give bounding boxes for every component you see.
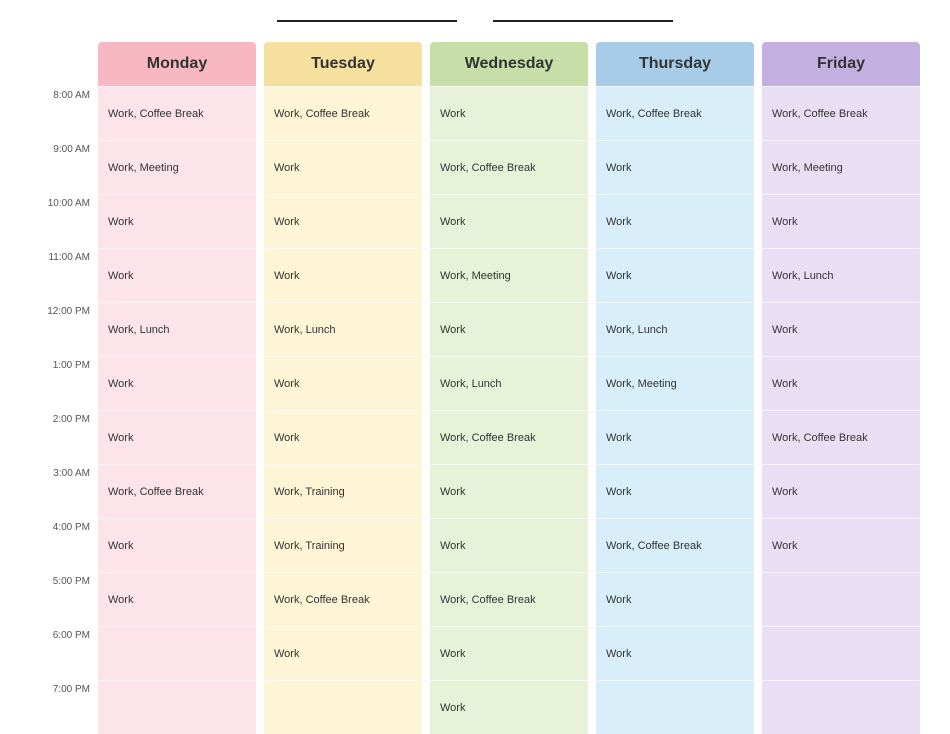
cell-thursday-2: Work [596,194,754,248]
time-label-10: 6:00 PM [30,626,98,680]
cell-friday-5: Work [762,356,920,410]
cell-wednesday-9: Work, Coffee Break [430,572,588,626]
day-header-tuesday: Tuesday [264,42,422,86]
cell-tuesday-1: Work [264,140,422,194]
day-header-friday: Friday [762,42,920,86]
cell-tuesday-10: Work [264,626,422,680]
time-label-4: 12:00 PM [30,302,98,356]
cell-friday-10 [762,626,920,680]
cell-wednesday-5: Work, Lunch [430,356,588,410]
cell-friday-0: Work, Coffee Break [762,86,920,140]
cell-wednesday-10: Work [430,626,588,680]
cell-wednesday-0: Work [430,86,588,140]
cell-monday-0: Work, Coffee Break [98,86,256,140]
days-grid: MondayWork, Coffee BreakWork, MeetingWor… [98,42,920,734]
cell-friday-8: Work [762,518,920,572]
cell-wednesday-8: Work [430,518,588,572]
cell-tuesday-9: Work, Coffee Break [264,572,422,626]
cell-thursday-7: Work [596,464,754,518]
time-label-2: 10:00 AM [30,194,98,248]
cell-tuesday-6: Work [264,410,422,464]
cell-monday-2: Work [98,194,256,248]
cell-thursday-10: Work [596,626,754,680]
cell-friday-7: Work [762,464,920,518]
cell-wednesday-3: Work, Meeting [430,248,588,302]
time-header-spacer [30,42,98,86]
cell-tuesday-4: Work, Lunch [264,302,422,356]
time-label-0: 8:00 AM [30,86,98,140]
cell-monday-11 [98,680,256,734]
time-label-1: 9:00 AM [30,140,98,194]
cell-thursday-11 [596,680,754,734]
cell-thursday-3: Work [596,248,754,302]
time-label-6: 2:00 PM [30,410,98,464]
cell-thursday-8: Work, Coffee Break [596,518,754,572]
cell-tuesday-0: Work, Coffee Break [264,86,422,140]
cell-friday-3: Work, Lunch [762,248,920,302]
cell-wednesday-4: Work [430,302,588,356]
day-header-monday: Monday [98,42,256,86]
cell-friday-4: Work [762,302,920,356]
cell-tuesday-5: Work [264,356,422,410]
time-label-11: 7:00 PM [30,680,98,734]
title-line-right [493,20,673,22]
cell-monday-1: Work, Meeting [98,140,256,194]
cell-monday-7: Work, Coffee Break [98,464,256,518]
cell-monday-9: Work [98,572,256,626]
schedule-container: 8:00 AM9:00 AM10:00 AM11:00 AM12:00 PM1:… [30,42,920,734]
cell-monday-8: Work [98,518,256,572]
cell-thursday-9: Work [596,572,754,626]
day-header-thursday: Thursday [596,42,754,86]
cell-thursday-0: Work, Coffee Break [596,86,754,140]
cell-tuesday-3: Work [264,248,422,302]
cell-monday-4: Work, Lunch [98,302,256,356]
time-label-7: 3:00 AM [30,464,98,518]
cell-monday-5: Work [98,356,256,410]
cell-thursday-6: Work [596,410,754,464]
cell-friday-6: Work, Coffee Break [762,410,920,464]
cell-tuesday-2: Work [264,194,422,248]
cell-tuesday-8: Work, Training [264,518,422,572]
cell-friday-2: Work [762,194,920,248]
cell-wednesday-11: Work [430,680,588,734]
day-column-monday: MondayWork, Coffee BreakWork, MeetingWor… [98,42,256,734]
day-column-friday: FridayWork, Coffee BreakWork, MeetingWor… [762,42,920,734]
day-column-tuesday: TuesdayWork, Coffee BreakWorkWorkWorkWor… [264,42,422,734]
cell-wednesday-7: Work [430,464,588,518]
cell-thursday-5: Work, Meeting [596,356,754,410]
cell-friday-1: Work, Meeting [762,140,920,194]
cell-thursday-4: Work, Lunch [596,302,754,356]
cell-tuesday-7: Work, Training [264,464,422,518]
title-container [30,20,920,22]
time-label-9: 5:00 PM [30,572,98,626]
cell-monday-10 [98,626,256,680]
time-label-3: 11:00 AM [30,248,98,302]
day-header-wednesday: Wednesday [430,42,588,86]
cell-friday-9 [762,572,920,626]
cell-monday-3: Work [98,248,256,302]
title-line-left [277,20,457,22]
day-column-thursday: ThursdayWork, Coffee BreakWorkWorkWorkWo… [596,42,754,734]
time-label-5: 1:00 PM [30,356,98,410]
cell-tuesday-11 [264,680,422,734]
cell-wednesday-2: Work [430,194,588,248]
cell-wednesday-6: Work, Coffee Break [430,410,588,464]
cell-monday-6: Work [98,410,256,464]
cell-thursday-1: Work [596,140,754,194]
time-column: 8:00 AM9:00 AM10:00 AM11:00 AM12:00 PM1:… [30,42,98,734]
time-label-8: 4:00 PM [30,518,98,572]
cell-friday-11 [762,680,920,734]
cell-wednesday-1: Work, Coffee Break [430,140,588,194]
day-column-wednesday: WednesdayWorkWork, Coffee BreakWorkWork,… [430,42,588,734]
